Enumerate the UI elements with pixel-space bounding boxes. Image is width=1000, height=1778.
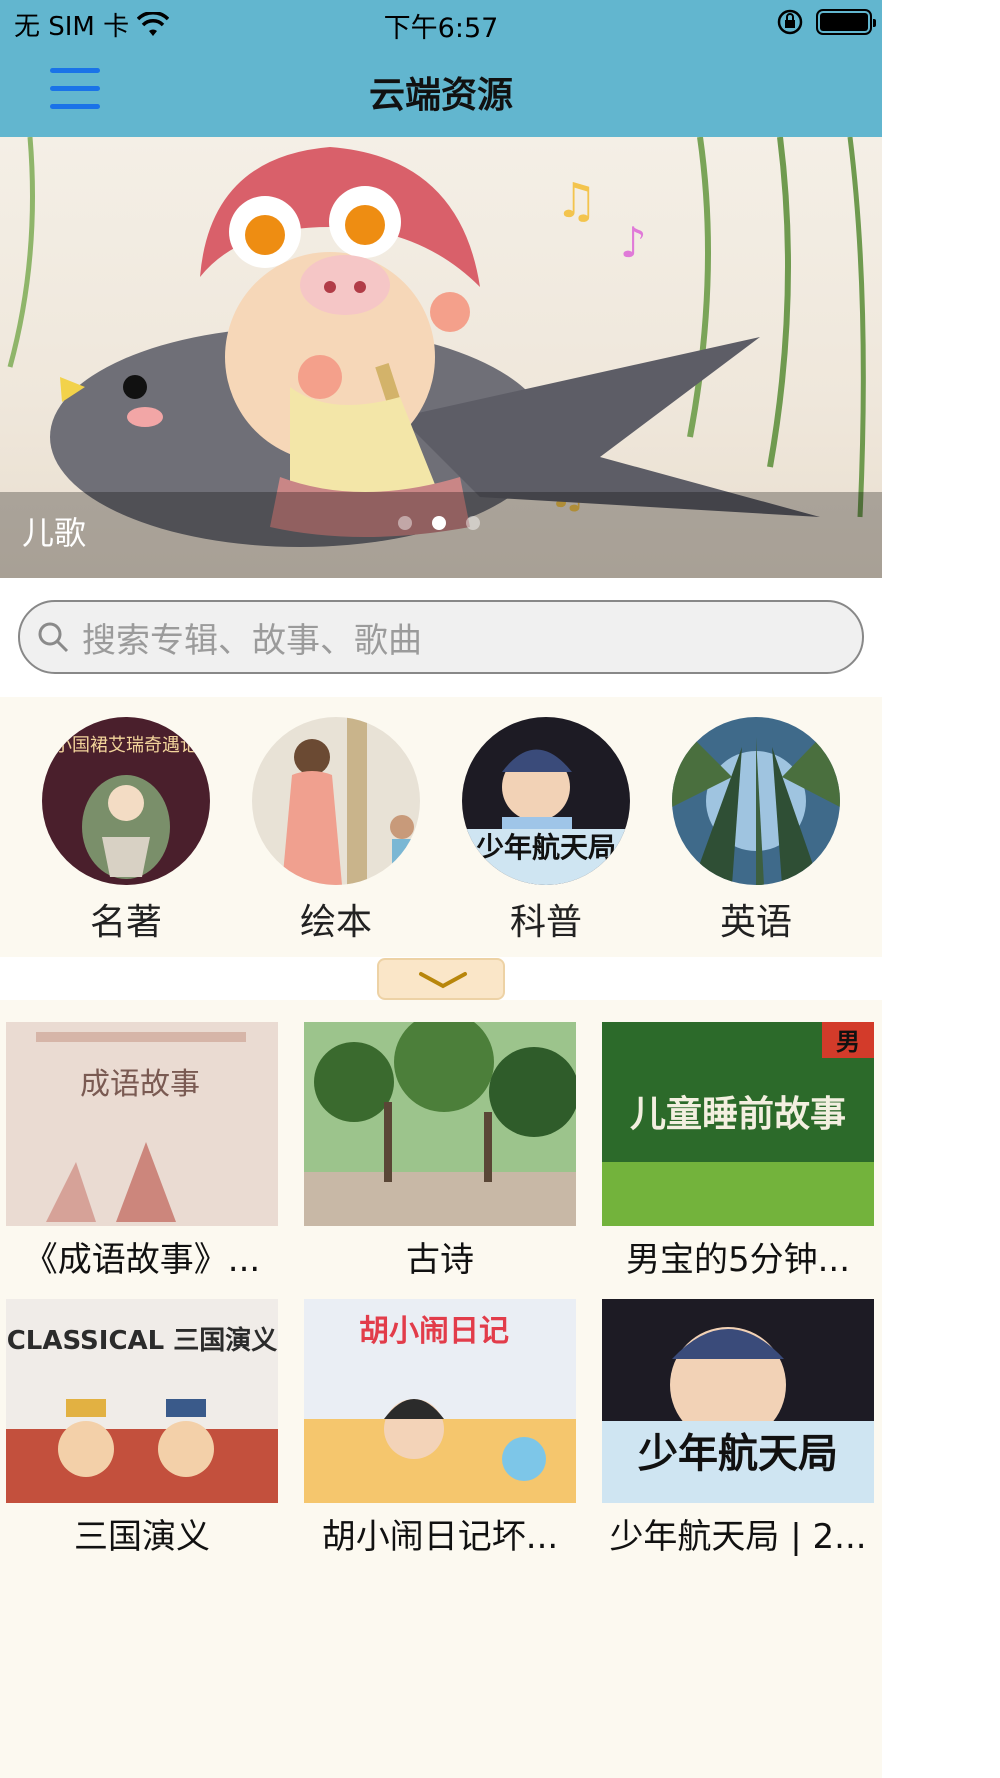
category-label: 科普 [509,902,582,943]
category-thumb: 少年航天局 [462,717,630,885]
album-tile[interactable]: 胡小闹日记 胡小闹日记坏... [304,1299,576,1558]
expand-categories-button[interactable] [377,958,505,1000]
category-panel: 小国裙艾瑞奇遇记 名著 绘本 少年航天局 科普 英语 [0,697,882,957]
album-cover-text: CLASSICAL 三国演义 [7,1325,278,1356]
category-thumb-text: 少年航天局 [476,831,616,864]
category-thumb [252,717,420,885]
album-cover-text: 成语故事 [80,1067,200,1102]
album-title: 少年航天局 | 2... [609,1517,867,1557]
album-title: 三国演义 [74,1517,210,1557]
album-tile[interactable]: 成语故事 《成语故事》... [6,1022,278,1281]
search-bar[interactable]: 搜索专辑、故事、歌曲 [18,600,864,674]
category-item-picture-books[interactable]: 绘本 [252,717,420,945]
category-thumb [672,717,840,885]
album-cover: 男 儿童睡前故事 [602,1022,874,1226]
search-icon [38,622,69,653]
carousel-dot[interactable] [398,516,412,530]
album-tile[interactable]: CLASSICAL 三国演义 三国演义 [6,1299,278,1558]
album-tile[interactable]: 古诗 [304,1022,576,1281]
carousel-dot[interactable] [466,516,480,530]
album-title: 古诗 [406,1240,474,1280]
app-header: 无 SIM 卡 下午6:57 云端资源 [0,0,882,137]
search-placeholder: 搜索专辑、故事、歌曲 [82,620,422,661]
album-cover: 成语故事 [6,1022,278,1226]
rotation-lock-icon [777,9,803,35]
banner-caption-bar [0,492,882,578]
svg-text:♫: ♫ [555,173,598,229]
album-cover-text: 胡小闹日记 [359,1314,509,1349]
album-cover: 胡小闹日记 [304,1299,576,1503]
album-tile[interactable]: 男 儿童睡前故事 男宝的5分钟... [602,1022,874,1281]
album-title: 胡小闹日记坏... [321,1517,559,1557]
carousel-dots [398,516,480,530]
category-item-science[interactable]: 少年航天局 科普 [462,717,630,945]
album-cover-text: 少年航天局 [638,1431,838,1477]
banner-carousel[interactable]: ♫ ♪ ♪ ♫ 儿歌 [0,137,882,578]
album-cover: CLASSICAL 三国演义 [6,1299,278,1503]
svg-text:♪: ♪ [620,218,647,267]
album-cover-text: 儿童睡前故事 [630,1093,846,1135]
album-title: 男宝的5分钟... [625,1240,851,1280]
banner-caption: 儿歌 [22,514,87,552]
category-thumb: 小国裙艾瑞奇遇记 [42,717,210,885]
category-label: 英语 [719,902,792,943]
category-thumb-text: 小国裙艾瑞奇遇记 [54,735,198,756]
album-tile[interactable]: 少年航天局 少年航天局 | 2... [602,1299,874,1558]
battery-icon [816,9,876,35]
category-label: 名著 [89,902,162,943]
chevron-down-icon [419,972,467,989]
carousel-dot-active[interactable] [432,516,446,530]
category-label: 绘本 [299,902,372,943]
album-grid: 成语故事 《成语故事》... 古诗 男 儿童睡前故事 男宝的5分钟... CLA… [0,1000,882,1778]
album-cover [304,1022,576,1226]
status-time: 下午6:57 [383,13,499,44]
screen-margin [882,0,1000,1778]
category-item-english[interactable]: 英语 [672,717,840,945]
status-bar: 无 SIM 卡 下午6:57 [0,0,882,44]
category-item-classics[interactable]: 小国裙艾瑞奇遇记 名著 [42,717,210,945]
status-right [776,8,876,36]
album-title: 《成语故事》... [23,1240,261,1280]
album-badge: 男 [836,1028,860,1056]
album-cover: 少年航天局 [602,1299,874,1503]
page-title: 云端资源 [368,75,513,116]
